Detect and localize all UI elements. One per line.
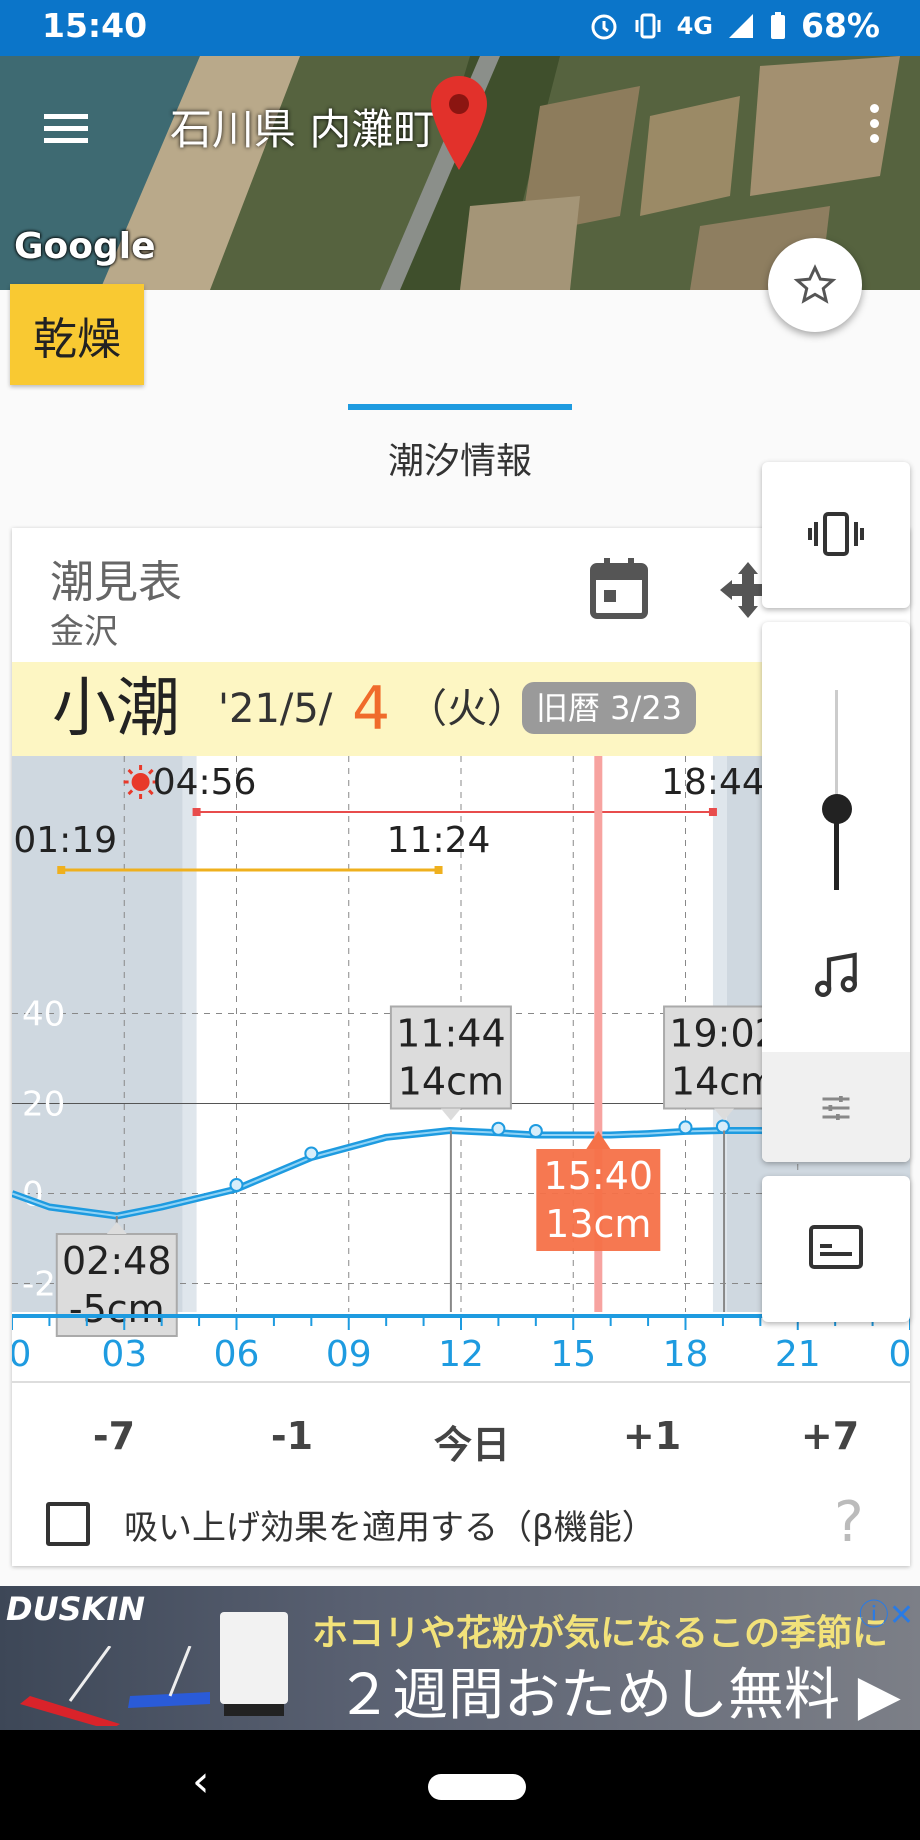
map-credit: Google [14, 226, 156, 267]
current-time: 15:40 [544, 1154, 654, 1198]
caption-panel[interactable] [762, 1176, 910, 1322]
music-note-icon[interactable] [808, 948, 864, 1004]
date-prefix: '21/5/ [218, 686, 333, 732]
y-tick-3: -2 [22, 1265, 56, 1305]
battery-icon [771, 11, 785, 39]
alarm-icon [591, 14, 617, 39]
annotation-time-1: 11:44 [396, 1012, 506, 1056]
day-navigation: -7 -1 今日 +1 +7 [12, 1390, 910, 1480]
home-button[interactable] [428, 1774, 526, 1800]
network-type: 4G [676, 11, 713, 40]
hourly-point [528, 1124, 543, 1138]
weekday: （火） [407, 686, 527, 732]
calendar-icon[interactable] [590, 558, 648, 620]
moonrise-time: 01:19 [13, 820, 117, 861]
hourly-point [304, 1146, 319, 1161]
vibrate-panel[interactable] [762, 462, 910, 608]
current-level: 13cm [545, 1202, 651, 1246]
x-tick-4: 12 [438, 1334, 484, 1375]
x-tick-2: 06 [214, 1334, 260, 1375]
ad-banner[interactable]: DUSKIN ホコリや花粉が気になるこの季節に ２週間おためし無料 ▶ ⓘ✕ [0, 1586, 920, 1730]
x-tick-0: 0 [12, 1334, 31, 1375]
ad-headline: ホコリや花粉が気になるこの季節に [312, 1613, 889, 1654]
annotation-level-1: 14cm [398, 1060, 504, 1104]
vibrate-icon [635, 13, 661, 38]
card-title: 潮見表 [50, 557, 182, 608]
tab-tide-info[interactable]: 潮汐情報 [300, 432, 620, 484]
volume-slider-thumb[interactable] [822, 794, 852, 824]
lunar-date-badge: 旧暦 3/23 [522, 682, 697, 734]
ad-product-image [220, 1612, 288, 1716]
vibrate-mode-icon [808, 512, 864, 556]
weather-badge: 乾燥 [10, 284, 144, 385]
ad-mop-image [20, 1646, 210, 1726]
tab-indicator [348, 404, 572, 410]
navigation-bar: ‹ [0, 1730, 920, 1840]
ad-subline: ２週間おためし無料 ▶ [336, 1663, 901, 1728]
back-icon[interactable]: ‹ [192, 1756, 210, 1807]
annotation-time-0: 02:48 [62, 1239, 172, 1283]
port-name[interactable]: 金沢 [50, 604, 118, 653]
location-title[interactable]: 石川県 内灘町 [170, 96, 435, 157]
star-icon [793, 264, 837, 304]
suction-effect-label[interactable]: 吸い上げ効果を適用する（β機能） [124, 1500, 656, 1549]
tide-name: 小潮 [52, 672, 180, 746]
ad-close-icon[interactable]: ⓘ✕ [859, 1590, 914, 1634]
more-options-icon[interactable] [870, 104, 880, 149]
help-icon[interactable]: ? [834, 1490, 864, 1555]
volume-panel [762, 622, 910, 1162]
y-tick-1: 20 [22, 1085, 65, 1125]
menu-icon[interactable] [44, 114, 88, 144]
sunrise-time: 04:56 [153, 762, 257, 803]
x-tick-8: 0 [889, 1334, 910, 1375]
hourly-point [678, 1120, 693, 1135]
twilight-shade-morning [182, 756, 197, 1312]
map-pin-icon [431, 76, 487, 170]
annotation-level-0: -5cm [69, 1287, 165, 1331]
x-tick-7: 21 [775, 1334, 821, 1375]
status-bar: 15:40 4G 68% [0, 0, 920, 56]
suction-effect-checkbox[interactable] [46, 1502, 90, 1546]
ad-brand: DUSKIN [6, 1590, 146, 1628]
hourly-point [715, 1119, 730, 1134]
x-tick-5: 15 [550, 1334, 596, 1375]
hourly-point [491, 1121, 506, 1136]
sound-settings-area[interactable] [762, 1052, 910, 1162]
x-tick-6: 18 [663, 1334, 709, 1375]
day-minus-7-button[interactable]: -7 [54, 1414, 174, 1458]
y-tick-2: 0 [22, 1175, 44, 1215]
hourly-point [229, 1178, 244, 1192]
day-plus-7-button[interactable]: +7 [770, 1414, 890, 1458]
annotation-pointer-1 [440, 1108, 461, 1121]
settings-sliders-icon [822, 1096, 850, 1120]
favorite-button[interactable] [768, 238, 862, 332]
date-day: 4 [352, 674, 391, 744]
sunset-marker [708, 808, 717, 816]
clock: 15:40 [42, 6, 148, 45]
moonset-time: 11:24 [387, 820, 491, 861]
sunrise-marker [192, 808, 201, 816]
signal-icon [729, 13, 753, 38]
x-tick-3: 09 [326, 1334, 372, 1375]
day-minus-1-button[interactable]: -1 [232, 1414, 352, 1458]
x-tick-1: 03 [101, 1334, 147, 1375]
day-plus-1-button[interactable]: +1 [592, 1414, 712, 1458]
captions-icon [809, 1225, 863, 1269]
moonset-marker [434, 866, 443, 874]
sunset-time: 18:44 [661, 762, 765, 803]
battery-percent: 68% [801, 6, 880, 45]
today-button[interactable]: 今日 [412, 1414, 532, 1469]
moonrise-marker [57, 866, 66, 874]
y-tick-0: 40 [22, 995, 65, 1035]
